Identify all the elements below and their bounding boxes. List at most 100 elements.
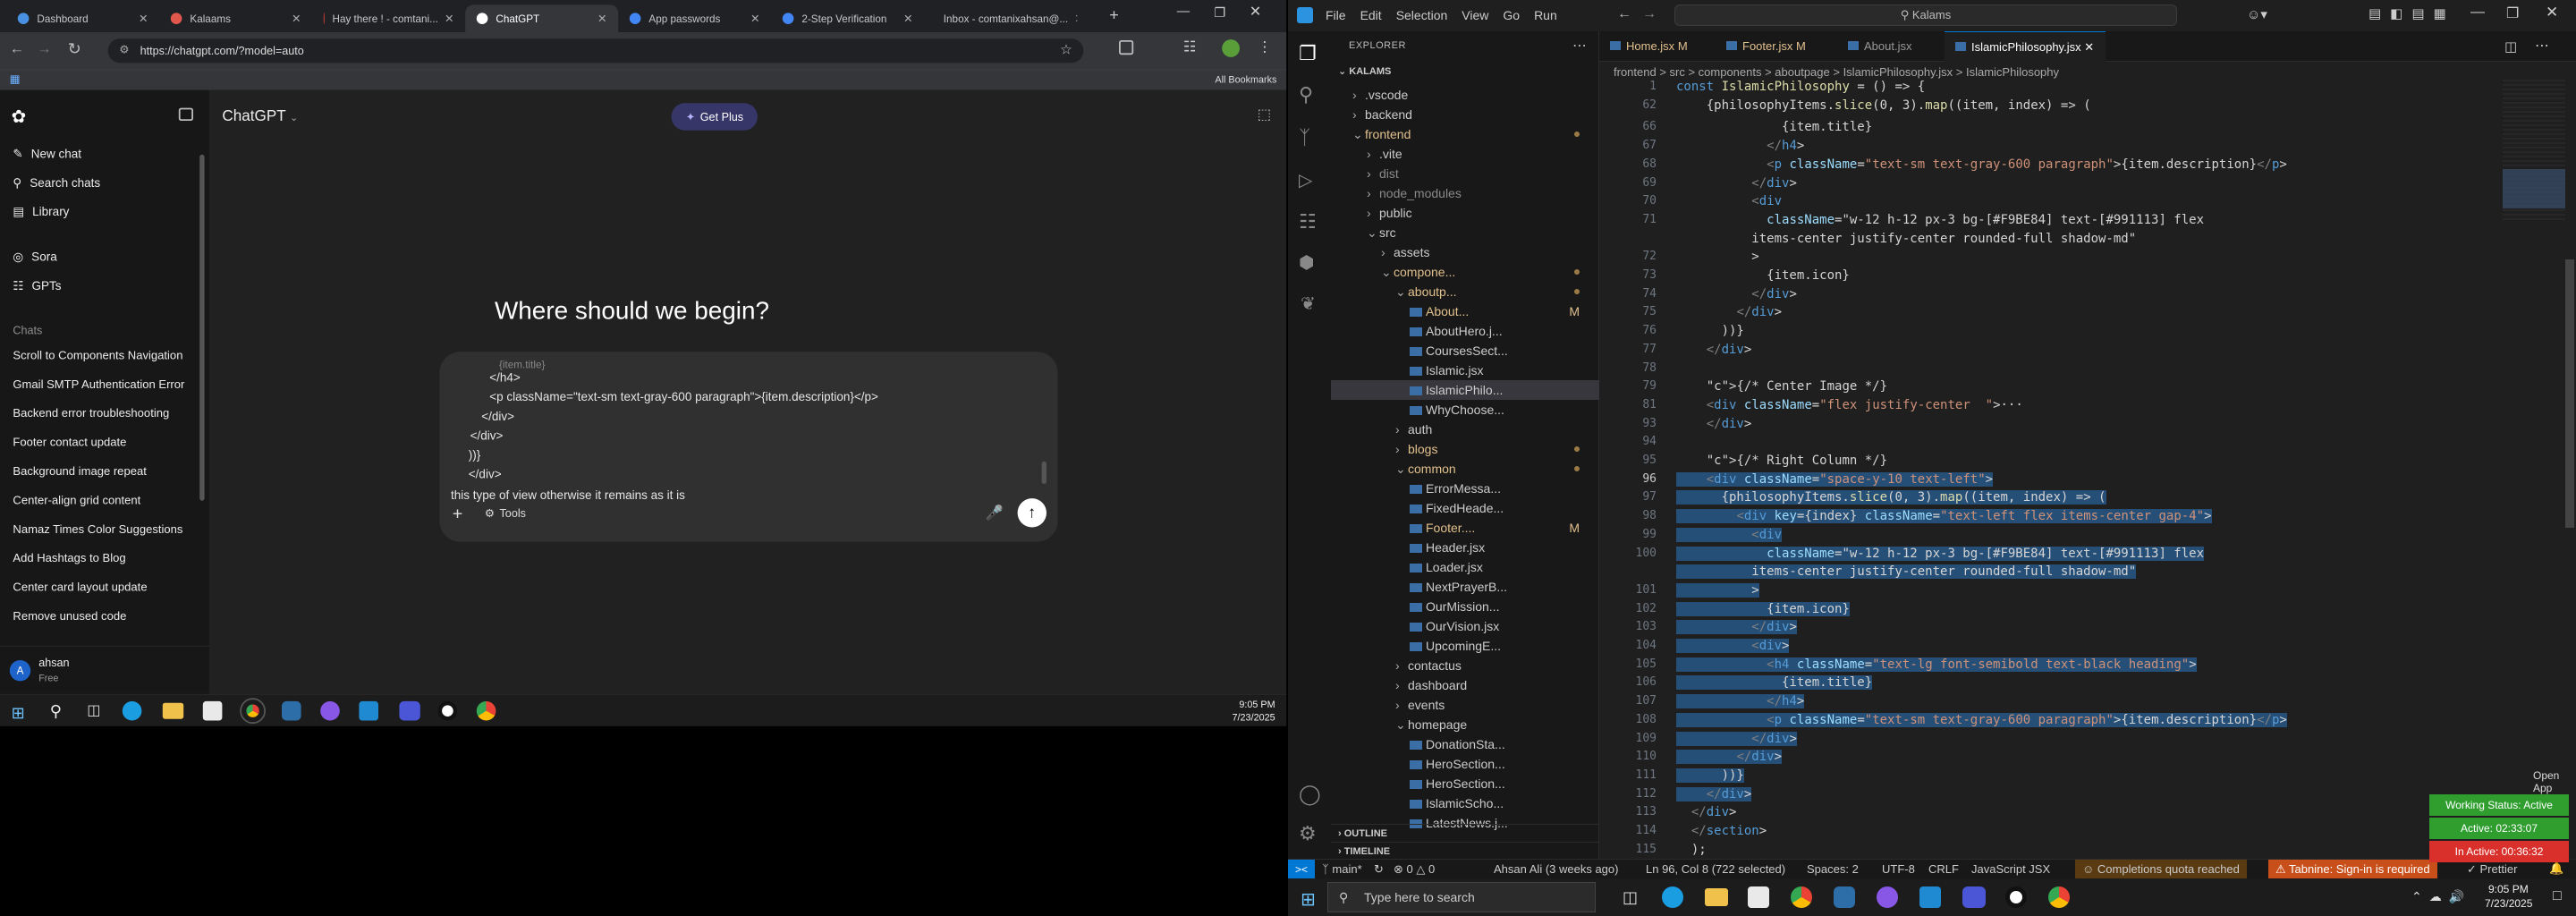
gpts-button[interactable]: ☷ GPTs [13, 278, 61, 293]
remote-icon[interactable]: >< [1288, 860, 1315, 879]
browser-tab[interactable]: App passwords ✕ [618, 4, 771, 32]
back-icon[interactable]: ← [10, 40, 24, 57]
all-bookmarks[interactable]: All Bookmarks [1215, 74, 1276, 86]
browser-tab[interactable]: 2-Step Verification ✕ [771, 4, 924, 32]
search-chats-button[interactable]: ⚲ Search chats [13, 175, 100, 191]
tree-file[interactable]: About... M [1331, 301, 1599, 321]
browser-tab[interactable]: Kalaams ✕ [159, 4, 312, 32]
task-view-icon[interactable]: ◫ [1623, 888, 1638, 907]
app2-icon[interactable] [2005, 886, 2027, 908]
tree-folder[interactable]: ⌄ src [1331, 223, 1599, 242]
code-line[interactable]: </div> [1676, 620, 1797, 635]
code-line[interactable]: {item.title} [1676, 120, 1872, 134]
tree-file[interactable]: OurMission... [1331, 597, 1599, 616]
code-line[interactable]: </div> [1676, 305, 1782, 319]
tree-file[interactable]: Loader.jsx [1331, 557, 1599, 577]
code-line[interactable]: items-center justify-center rounded-full… [1676, 564, 2137, 580]
tree-folder[interactable]: ⌄ common [1331, 459, 1599, 479]
edge-icon[interactable] [1662, 886, 1683, 908]
code-line[interactable]: <div className="space-y-10 text-left"> [1676, 471, 1994, 487]
code-line[interactable]: <div [1676, 194, 1782, 208]
close-tab-icon[interactable]: ✕ [438, 12, 454, 25]
tree-folder[interactable]: › public [1331, 203, 1599, 223]
tree-folder[interactable]: › assets [1331, 242, 1599, 262]
run-debug-icon[interactable]: ▷ [1299, 169, 1312, 191]
close-window-icon[interactable]: ✕ [2546, 4, 2558, 21]
tree-file[interactable]: NextPrayerB... [1331, 577, 1599, 597]
code-line[interactable]: </div> [1676, 750, 1783, 765]
tree-folder[interactable]: ⌄ compone... [1331, 262, 1599, 282]
nav-back-icon[interactable]: ← [1617, 6, 1631, 22]
code-line[interactable]: {item.icon} [1676, 268, 1850, 283]
chat-history-item[interactable]: Gmail SMTP Authentication Error [13, 378, 184, 391]
code-line[interactable]: </div> [1676, 176, 1797, 191]
code-line[interactable]: className="w-12 h-12 px-3 bg-[#F9BE84] t… [1676, 213, 2204, 227]
extensions-puzzle-icon[interactable]: ☷ [1183, 38, 1197, 55]
tree-file[interactable]: Islamic.jsx [1331, 360, 1599, 380]
tree-file[interactable]: HeroSection... [1331, 754, 1599, 774]
copilot-quota[interactable]: ☺ Completions quota reached [2075, 860, 2247, 879]
chrome-menu-icon[interactable]: ⋮ [1258, 38, 1272, 55]
encoding[interactable]: UTF-8 [1882, 862, 1915, 876]
tree-file[interactable]: WhyChoose... [1331, 400, 1599, 420]
source-control-icon[interactable]: ᛉ [1299, 126, 1310, 149]
openai-logo-icon[interactable]: ✿ [12, 106, 27, 127]
tree-file[interactable]: Header.jsx [1331, 538, 1599, 557]
sidebar-toggle-icon[interactable] [178, 107, 193, 121]
accounts-icon[interactable]: ◯ [1299, 783, 1321, 806]
tree-folder[interactable]: ⌄ aboutp... [1331, 282, 1599, 301]
sticky-scroll-line[interactable]: const IslamicPhilosophy = () => { [1676, 80, 1925, 94]
cursor-position[interactable]: Ln 96, Col 8 (722 selected) [1646, 862, 1785, 876]
close-tab-icon[interactable]: ✕ [132, 12, 148, 25]
clock-time[interactable]: 9:05 PM [1239, 699, 1275, 710]
browser-tab[interactable]: ChatGPT ✕ [465, 4, 619, 32]
extensions-icon[interactable]: ☷ [1299, 210, 1317, 233]
open-app-link[interactable]: Open App [2533, 769, 2576, 794]
tree-file[interactable]: ErrorMessa... [1331, 479, 1599, 498]
code-line[interactable]: </h4> [1676, 139, 1804, 153]
menu-go[interactable]: Go [1503, 8, 1520, 22]
windows-start-icon[interactable]: ⊞ [12, 703, 25, 724]
clock-date[interactable]: 7/23/2025 [1233, 712, 1275, 724]
mongodb-leaf-icon[interactable]: ❦ [1301, 293, 1316, 315]
code-line[interactable]: <div [1676, 527, 1783, 542]
problems-status[interactable]: ⊗ 0 △ 0 [1394, 862, 1435, 877]
timeline-section[interactable]: › TIMELINE [1331, 842, 1599, 860]
code-line[interactable]: ))} [1676, 324, 1744, 338]
code-line[interactable]: </h4> [1676, 694, 1805, 709]
close-tab-icon[interactable]: ✕ [591, 12, 607, 25]
tree-folder[interactable]: ⌄ homepage [1331, 715, 1599, 734]
chat-history-item[interactable]: Scroll to Components Navigation [13, 350, 182, 362]
notification-center-icon[interactable]: □ [2553, 888, 2562, 904]
code-line[interactable]: <p className="text-sm text-gray-600 para… [1676, 157, 2287, 172]
editor-tab[interactable]: IslamicPhilosophy.jsx ✕ [1945, 31, 2106, 62]
more-actions-icon[interactable]: ⋯ [1572, 37, 1587, 55]
chat-history-item[interactable]: Footer contact update [13, 437, 126, 449]
tree-file[interactable]: HeroSection... [1331, 774, 1599, 793]
code-line[interactable]: > [1676, 582, 1759, 598]
browser-tab[interactable]: Dashboard ✕ [6, 4, 159, 32]
tree-folder[interactable]: › contactus [1331, 656, 1599, 675]
code-line[interactable]: </div> [1676, 786, 1752, 802]
tree-file[interactable]: DonationSta... [1331, 734, 1599, 754]
code-line[interactable]: className="w-12 h-12 px-3 bg-[#F9BE84] t… [1676, 546, 2205, 561]
language-mode[interactable]: JavaScript JSX [1971, 862, 2050, 876]
get-plus-button[interactable]: ✦ Get Plus [671, 103, 758, 131]
tree-folder[interactable]: › events [1331, 695, 1599, 715]
command-center-search[interactable]: ⚲ Kalams [1674, 4, 2177, 26]
code-line[interactable]: "c">{/* Center Image */} [1676, 379, 1887, 394]
browser-tab[interactable]: Inbox - comtanixahsan@...✕ [924, 4, 1077, 32]
code-line[interactable]: > [1676, 250, 1758, 264]
menu-file[interactable]: File [1326, 8, 1346, 22]
split-editor-icon[interactable]: ◫ [2504, 38, 2517, 55]
menu-selection[interactable]: Selection [1396, 8, 1448, 22]
code-line[interactable]: </div> [1676, 805, 1737, 819]
notifications-icon[interactable]: 🔔 [2549, 861, 2563, 876]
clock-time[interactable]: 9:05 PM [2488, 883, 2529, 895]
microphone-icon[interactable]: 🎤 [986, 505, 1004, 522]
composer[interactable]: {item.title} </h4> <p className="text-sm t… [439, 352, 1058, 542]
code-line[interactable]: </div> [1676, 343, 1752, 357]
vscode-taskbar-icon[interactable] [1919, 886, 1941, 908]
tree-folder[interactable]: › auth [1331, 420, 1599, 439]
sora-button[interactable]: ◎ Sora [13, 250, 56, 264]
